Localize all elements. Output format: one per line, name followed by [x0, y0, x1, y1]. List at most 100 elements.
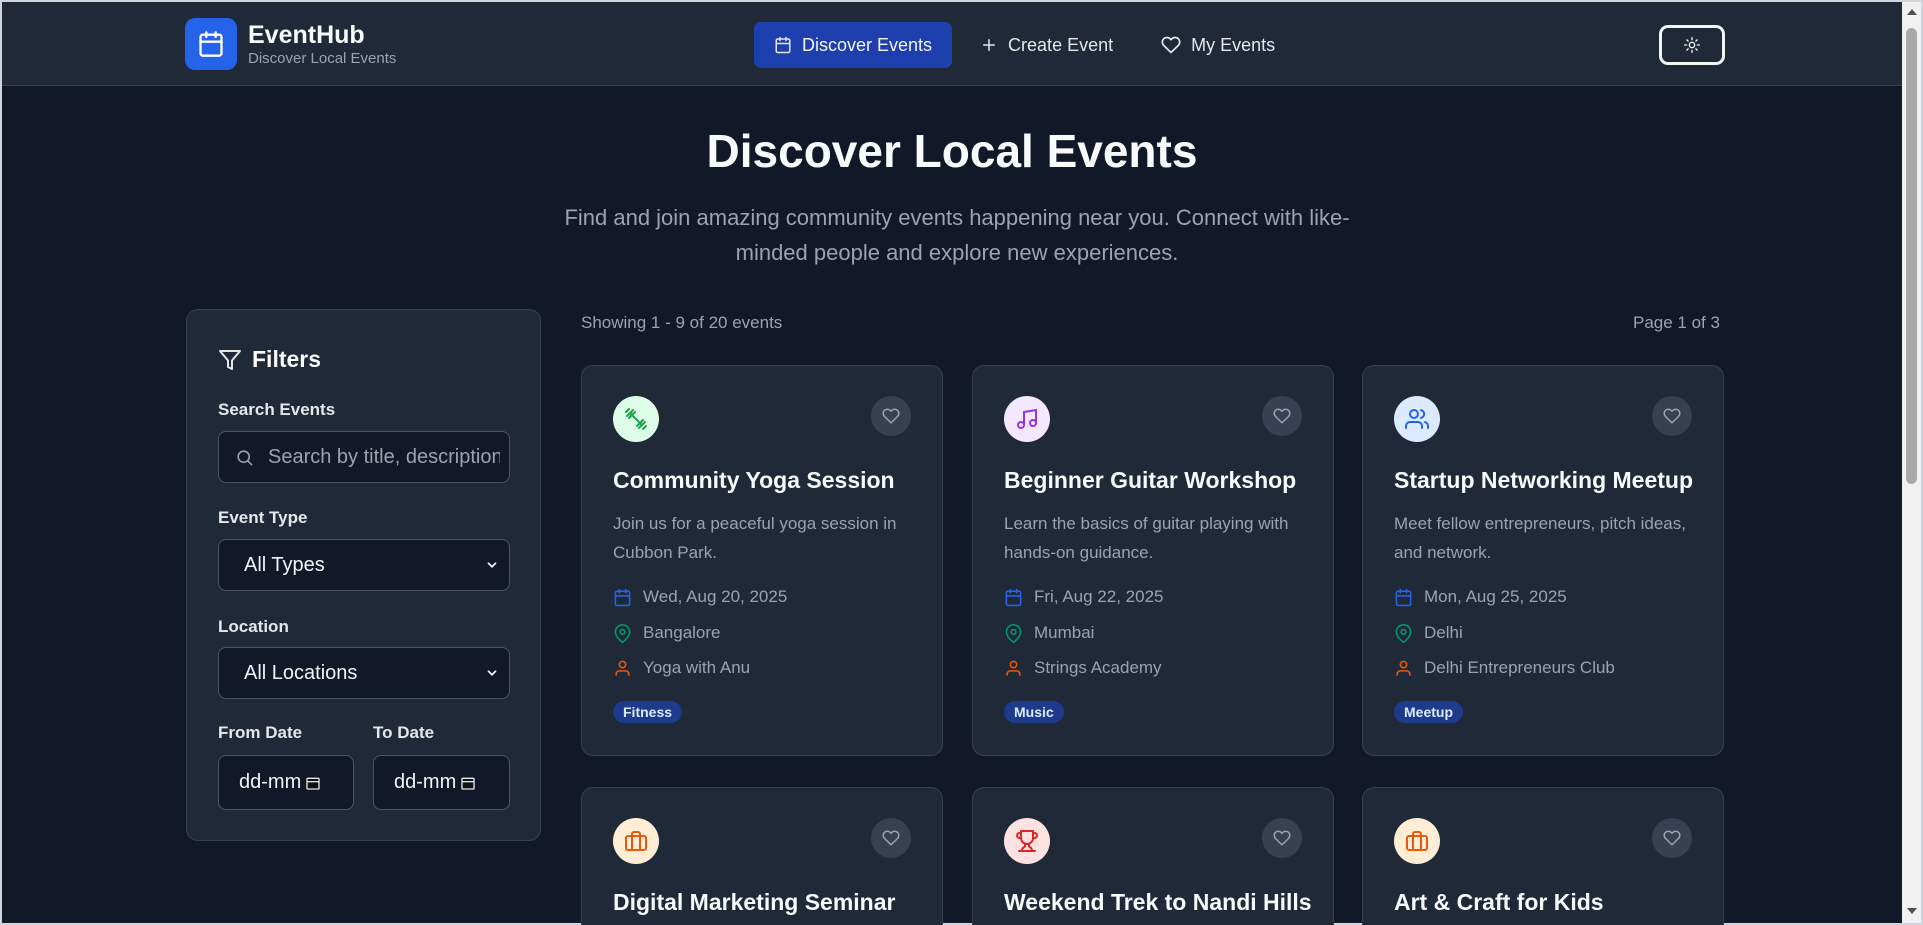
event-organizer: Yoga with Anu: [613, 658, 750, 678]
brand-name: EventHub: [248, 21, 365, 49]
event-card[interactable]: Community Yoga Session Join us for a pea…: [581, 365, 943, 756]
brand[interactable]: EventHub Discover Local Events: [185, 18, 396, 70]
event-description: Meet fellow entrepreneurs, pitch ideas, …: [1394, 514, 1686, 562]
search-placeholder: Search by title, description...: [268, 445, 500, 468]
users-icon: [1394, 396, 1440, 442]
from-date-value: dd-mm: [239, 771, 302, 793]
event-type-value: All Types: [244, 553, 325, 576]
event-card[interactable]: Digital Marketing Seminar: [581, 787, 943, 925]
event-organizer-text: Yoga with Anu: [643, 658, 751, 677]
nav-create-event[interactable]: Create Event: [960, 22, 1133, 68]
event-location-text: Delhi: [1424, 623, 1463, 642]
scroll-down-arrow-icon[interactable]: [1907, 908, 1917, 914]
briefcase-icon: [1394, 818, 1440, 864]
calendar-icon: [185, 18, 237, 70]
event-date: Wed, Aug 20, 2025: [613, 587, 787, 607]
sun-icon: [1684, 37, 1700, 53]
event-title[interactable]: Startup Networking Meetup: [1394, 467, 1693, 494]
event-type-badge: Meetup: [1394, 701, 1463, 723]
calendar-picker-icon[interactable]: [460, 775, 476, 791]
search-label: Search Events: [218, 400, 336, 419]
scrollbar-thumb[interactable]: [1906, 28, 1917, 484]
calendar-icon: [1005, 588, 1022, 606]
to-date-input[interactable]: dd-mm: [373, 755, 510, 810]
event-type-badge: Music: [1004, 701, 1064, 723]
scroll-up-arrow-icon[interactable]: [1907, 9, 1917, 15]
user-icon: [1396, 660, 1411, 676]
event-location: Mumbai: [1004, 623, 1094, 643]
event-date-text: Mon, Aug 25, 2025: [1424, 587, 1567, 606]
subtitle-line-2: minded people and explore new experience…: [735, 240, 1179, 265]
event-description: Join us for a peaceful yoga session in C…: [613, 514, 897, 562]
event-card[interactable]: Startup Networking Meetup Meet fellow en…: [1362, 365, 1724, 756]
event-title[interactable]: Weekend Trek to Nandi Hills: [1004, 889, 1312, 916]
favorite-button[interactable]: [1262, 396, 1302, 436]
chevron-down-icon: [487, 562, 497, 568]
event-location-text: Bangalore: [643, 623, 721, 642]
calendar-icon: [775, 36, 791, 54]
event-type-label: Event Type: [218, 508, 308, 527]
filters-title: Filters: [252, 346, 322, 372]
event-description: Learn the basics of guitar playing with …: [1004, 514, 1289, 562]
subtitle-line-1: Find and join amazing community events h…: [564, 205, 1350, 230]
event-title[interactable]: Digital Marketing Seminar: [613, 889, 895, 916]
nav-my-events-label: My Events: [1191, 34, 1276, 55]
event-title[interactable]: Beginner Guitar Workshop: [1004, 467, 1296, 494]
event-organizer-text: Strings Academy: [1034, 658, 1162, 677]
event-organizer: Delhi Entrepreneurs Club: [1394, 658, 1615, 678]
top-navbar: EventHub Discover Local Events Discover …: [2, 2, 1902, 86]
from-date-label: From Date: [218, 723, 303, 742]
page-subtitle: Find and join amazing community events h…: [532, 200, 1382, 270]
favorite-button[interactable]: [1652, 818, 1692, 858]
theme-toggle-button[interactable]: [1659, 25, 1725, 65]
favorite-button[interactable]: [1652, 396, 1692, 436]
search-input[interactable]: Search by title, description...: [218, 431, 510, 483]
results-count: Showing 1 - 9 of 20 events: [581, 313, 783, 332]
page-scrollbar[interactable]: [1902, 2, 1921, 923]
location-value: All Locations: [244, 661, 358, 684]
plus-icon: [983, 39, 996, 51]
heart-icon: [1663, 408, 1681, 424]
calendar-picker-icon[interactable]: [305, 775, 321, 791]
event-location: Delhi: [1394, 623, 1463, 643]
from-date-input[interactable]: dd-mm: [218, 755, 354, 810]
event-date: Mon, Aug 25, 2025: [1394, 587, 1567, 607]
favorite-button[interactable]: [871, 396, 911, 436]
map-pin-icon: [1005, 623, 1022, 643]
to-date-label: To Date: [373, 723, 435, 742]
page-title: Discover Local Events: [706, 125, 1198, 177]
calendar-icon: [1395, 588, 1412, 606]
nav-my-events[interactable]: My Events: [1141, 22, 1295, 68]
user-icon: [615, 660, 630, 676]
event-type-select[interactable]: All Types: [218, 539, 510, 591]
nav-create-label: Create Event: [1008, 34, 1114, 55]
trophy-icon: [1004, 818, 1050, 864]
map-pin-icon: [614, 623, 631, 643]
location-label: Location: [218, 617, 289, 636]
main-nav: Discover Events Create Event My Events: [754, 22, 1303, 68]
heart-icon: [882, 830, 900, 846]
dumbbell-icon: [613, 396, 659, 442]
event-title[interactable]: Community Yoga Session: [613, 467, 895, 494]
location-select[interactable]: All Locations: [218, 647, 510, 699]
music-note-icon: [1004, 396, 1050, 442]
briefcase-icon: [613, 818, 659, 864]
favorite-button[interactable]: [1262, 818, 1302, 858]
favorite-button[interactable]: [871, 818, 911, 858]
nav-discover-events[interactable]: Discover Events: [754, 22, 953, 68]
user-icon: [1006, 660, 1021, 676]
heart-icon: [1273, 830, 1291, 846]
nav-discover-label: Discover Events: [802, 34, 933, 55]
heart-icon: [1161, 36, 1181, 54]
event-card[interactable]: Beginner Guitar Workshop Learn the basic…: [972, 365, 1334, 756]
calendar-icon: [614, 588, 631, 606]
event-title[interactable]: Art & Craft for Kids: [1394, 889, 1604, 916]
event-type-badge: Fitness: [613, 701, 683, 723]
brand-tagline: Discover Local Events: [248, 50, 397, 67]
search-icon: [237, 449, 253, 465]
event-location-text: Mumbai: [1034, 623, 1095, 642]
event-card[interactable]: Art & Craft for Kids: [1362, 787, 1724, 925]
chevron-down-icon: [487, 670, 497, 676]
event-organizer-text: Delhi Entrepreneurs Club: [1424, 658, 1615, 677]
event-card[interactable]: Weekend Trek to Nandi Hills: [972, 787, 1334, 925]
